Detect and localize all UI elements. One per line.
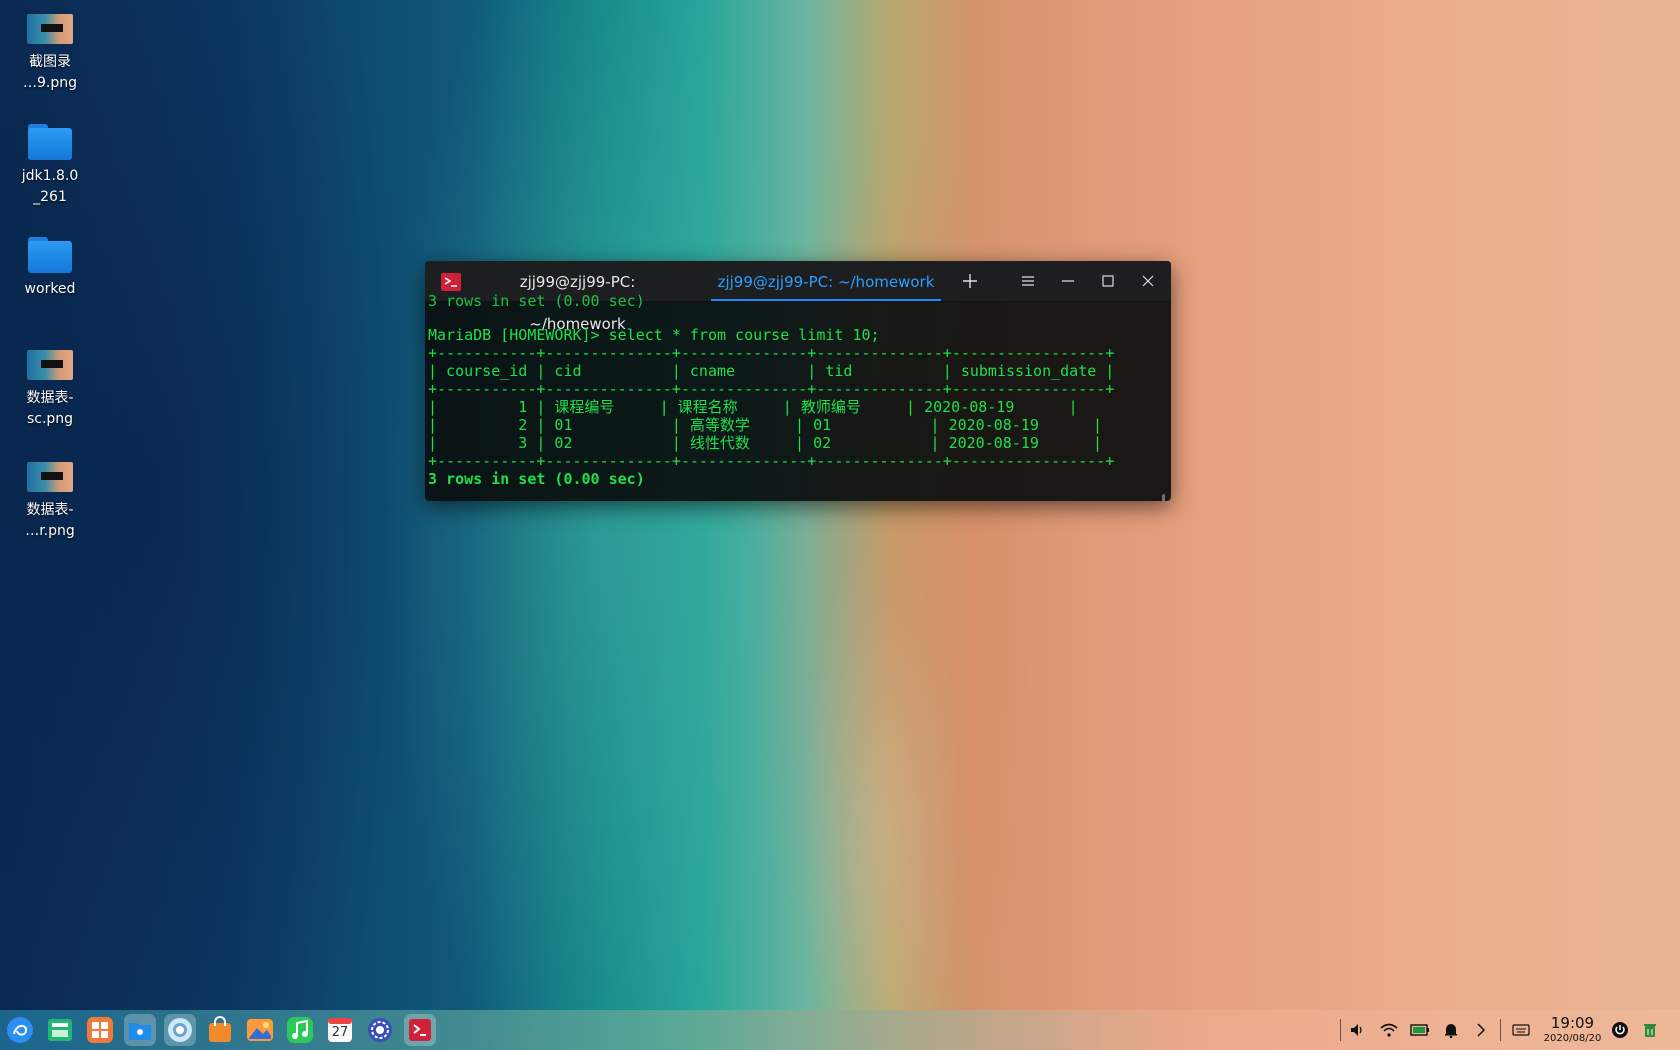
music-icon <box>287 1017 313 1043</box>
multitask-view-button[interactable] <box>44 1014 76 1046</box>
store-bag-button[interactable] <box>204 1014 236 1046</box>
terminal-line: +-----------+--------------+------------… <box>428 452 1115 470</box>
app-store-icon <box>87 1017 113 1043</box>
music-button[interactable] <box>284 1014 316 1046</box>
calendar-day: 27 <box>331 1025 349 1040</box>
multitask-view-icon <box>48 1019 72 1041</box>
plus-icon <box>963 274 977 288</box>
maximize-icon <box>1102 275 1114 287</box>
chevron-right-icon <box>1477 1023 1486 1037</box>
minimize-button[interactable] <box>1048 261 1088 301</box>
wifi-icon <box>1380 1023 1398 1037</box>
folder-icon <box>28 124 72 160</box>
terminal-line: | 2 | 01 | 高等数学 | 01 | 2020-08-19 | <box>428 416 1103 434</box>
desktop-icon-label: 数据表- …r.png <box>25 502 75 539</box>
settings-button[interactable] <box>364 1014 396 1046</box>
image-thumbnail-icon <box>27 462 73 492</box>
terminal-line: +-----------+--------------+------------… <box>428 344 1115 362</box>
photos-icon <box>247 1019 273 1041</box>
power-icon <box>1612 1022 1628 1038</box>
clock-date: 2020/08/20 <box>1543 1033 1602 1044</box>
photos-button[interactable] <box>244 1014 276 1046</box>
menu-button[interactable] <box>1008 261 1048 301</box>
clock-time: 19:09 <box>1550 1014 1595 1032</box>
desktop-icon-label: 截图录 …9.png <box>22 54 77 91</box>
volume-button[interactable] <box>1342 1010 1372 1050</box>
trash-button[interactable] <box>1635 1010 1665 1050</box>
tab-terminal-2[interactable]: zjj99@zjj99-PC: ~/homework <box>711 261 941 301</box>
desktop-icon-jdk-folder[interactable]: jdk1.8.0 _261 <box>4 124 96 208</box>
desktop-icon-label: jdk1.8.0 _261 <box>21 168 79 205</box>
tab-label: zjj99@zjj99-PC: ~/homework <box>717 273 935 291</box>
terminal-scrollbar[interactable] <box>1162 494 1165 501</box>
terminal-app-icon <box>441 273 461 291</box>
hamburger-menu-icon <box>1022 276 1034 286</box>
browser-button[interactable] <box>164 1014 196 1046</box>
terminal-line: | 3 | 02 | 线性代数 | 02 | 2020-08-19 | <box>428 434 1103 452</box>
maximize-button[interactable] <box>1088 261 1128 301</box>
notification-button[interactable] <box>1436 1010 1466 1050</box>
terminal-line: 3 rows in set (0.00 sec) <box>428 470 645 488</box>
desktop-icon-r-png[interactable]: 数据表- …r.png <box>4 462 96 542</box>
terminal-icon <box>409 1019 431 1041</box>
app-store-button[interactable] <box>84 1014 116 1046</box>
browser-icon <box>168 1018 192 1042</box>
battery-icon <box>1410 1024 1429 1036</box>
calendar-button[interactable]: 27 <box>324 1014 356 1046</box>
terminal-window[interactable]: zjj99@zjj99-PC: ~/homework zjj99@zjj99-P… <box>425 261 1171 501</box>
terminal-output[interactable]: 3 rows in set (0.00 sec) MariaDB [HOMEWO… <box>425 292 1171 501</box>
bell-icon <box>1445 1024 1457 1038</box>
desktop-wallpaper <box>0 0 1680 1050</box>
terminal-dock-button[interactable] <box>404 1014 436 1046</box>
store-bag-icon <box>209 1016 231 1042</box>
launcher-icon <box>7 1017 33 1043</box>
desktop-icon-screenshot[interactable]: 截图录 …9.png <box>4 14 96 94</box>
terminal-line: +-----------+--------------+------------… <box>428 380 1115 398</box>
desktop-icon-label: 数据表- sc.png <box>26 390 74 427</box>
power-button[interactable] <box>1605 1010 1635 1050</box>
file-manager-icon <box>129 1023 151 1040</box>
volume-icon <box>1351 1024 1362 1036</box>
terminal-line: | 1 | 课程编号 | 课程名称 | 教师编号 | 2020-08-19 | <box>428 398 1078 416</box>
terminal-line: MariaDB [HOMEWORK]> select * from course… <box>428 326 880 344</box>
minimize-icon <box>1062 280 1074 282</box>
close-icon <box>1142 275 1154 287</box>
keyboard-icon <box>1512 1024 1530 1036</box>
file-manager-button[interactable] <box>124 1014 156 1046</box>
tray-expand-button[interactable] <box>1466 1010 1496 1050</box>
tray-separator <box>1340 1019 1341 1041</box>
wifi-button[interactable] <box>1374 1010 1404 1050</box>
desktop-icon-sc-png[interactable]: 数据表- sc.png <box>4 350 96 430</box>
desktop-icon-label: worked <box>24 281 76 297</box>
settings-icon <box>368 1018 392 1042</box>
terminal-line: | course_id | cid | cname | tid | submis… <box>428 362 1115 380</box>
terminal-line: 3 rows in set (0.00 sec) <box>428 292 645 310</box>
image-thumbnail-icon <box>27 350 73 380</box>
image-thumbnail-icon <box>27 14 73 44</box>
keyboard-layout-button[interactable] <box>1506 1010 1536 1050</box>
battery-button[interactable] <box>1405 1010 1435 1050</box>
close-button[interactable] <box>1128 261 1168 301</box>
clock[interactable]: 19:09 2020/08/20 <box>1540 1014 1605 1046</box>
trash-icon <box>1644 1024 1656 1037</box>
launcher-button[interactable] <box>4 1014 36 1046</box>
folder-icon <box>28 237 72 273</box>
tray-separator <box>1500 1019 1501 1041</box>
desktop-icon-worked-folder[interactable]: worked <box>4 237 96 300</box>
taskbar: 27 19:09 2020/08/20 <box>0 1010 1680 1050</box>
new-tab-button[interactable] <box>950 261 990 301</box>
